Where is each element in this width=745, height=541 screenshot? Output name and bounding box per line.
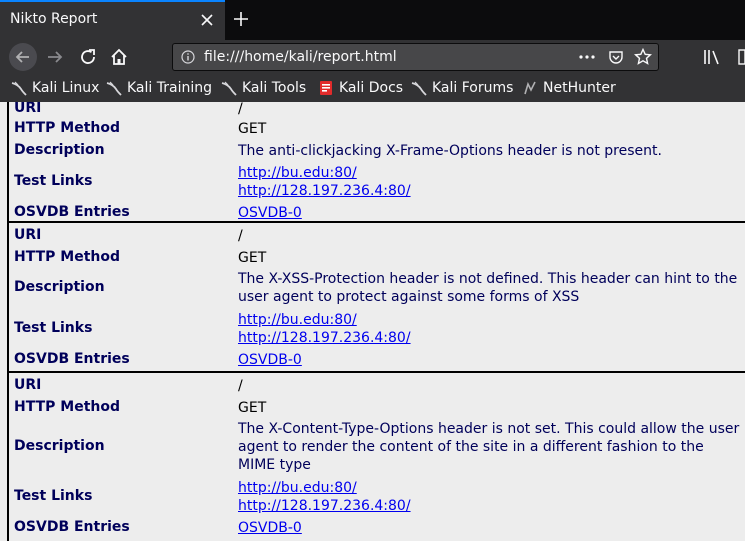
test-link[interactable]: http://bu.edu:80/ (238, 311, 743, 329)
bookmark-nethunter[interactable]: NetHunter (522, 78, 616, 98)
osvdb-label: OSVDB Entries (14, 204, 130, 220)
bookmark-kali-tools[interactable]: Kali Tools (221, 78, 306, 98)
bookmarks-toolbar: Kali Linux Kali Training Kali Tools Kali… (0, 74, 745, 102)
description-label: Description (14, 438, 105, 454)
method-label: HTTP Method (14, 399, 120, 415)
kali-docs-icon (320, 81, 332, 95)
finding-block-xss: URI / HTTP Method GET Description The X-… (7, 221, 745, 371)
uri-value: / (238, 378, 243, 394)
osvdb-value: OSVDB-0 (238, 519, 743, 537)
uri-value: / (238, 102, 243, 117)
method-label: HTTP Method (14, 120, 120, 136)
description-label: Description (14, 279, 105, 295)
library-icon[interactable] (702, 48, 722, 66)
method-value: GET (238, 250, 267, 266)
test-links-value: http://bu.edu:80/ http://128.197.236.4:8… (238, 164, 743, 200)
test-links-value: http://bu.edu:80/ http://128.197.236.4:8… (238, 311, 743, 347)
close-tab-icon[interactable] (199, 12, 215, 28)
nethunter-icon (524, 81, 536, 95)
test-links-label: Test Links (14, 488, 93, 504)
reload-icon[interactable] (76, 45, 100, 69)
uri-label: URI (14, 227, 42, 243)
test-link[interactable]: http://128.197.236.4:80/ (238, 497, 743, 515)
finding-block-clickjacking: URI / HTTP Method GET Description The an… (7, 102, 745, 221)
finding-block-content-type: URI / HTTP Method GET Description The X-… (7, 371, 745, 541)
uri-value: / (238, 228, 243, 244)
bookmark-kali-linux[interactable]: Kali Linux (11, 78, 99, 98)
method-value: GET (238, 121, 267, 137)
tab-nikto-report[interactable]: Nikto Report (0, 0, 225, 40)
sidebars-icon[interactable] (738, 48, 745, 66)
test-links-label: Test Links (14, 173, 93, 189)
osvdb-link[interactable]: OSVDB-0 (238, 351, 743, 369)
test-links-value: http://bu.edu:80/ http://128.197.236.4:8… (238, 479, 743, 515)
kali-dragon-icon (11, 81, 27, 96)
url-bar[interactable]: file:///home/kali/report.html (172, 43, 659, 71)
method-value: GET (238, 400, 267, 416)
new-tab-icon[interactable] (232, 10, 250, 28)
tab-strip: Nikto Report (0, 0, 745, 40)
uri-label: URI (14, 377, 42, 393)
test-link[interactable]: http://bu.edu:80/ (238, 164, 743, 182)
osvdb-label: OSVDB Entries (14, 519, 130, 535)
method-label: HTTP Method (14, 249, 120, 265)
osvdb-label: OSVDB Entries (14, 351, 130, 367)
test-link[interactable]: http://128.197.236.4:80/ (238, 182, 743, 200)
osvdb-link[interactable]: OSVDB-0 (238, 519, 743, 537)
description-value: The X-Content-Type-Options header is not… (238, 421, 740, 473)
back-arrow-icon (15, 51, 29, 63)
description-label: Description (14, 142, 105, 158)
bookmark-star-icon[interactable] (634, 48, 652, 66)
site-info-icon[interactable] (181, 50, 195, 64)
back-button[interactable] (9, 43, 37, 71)
bookmark-kali-docs[interactable]: Kali Docs (318, 78, 403, 98)
osvdb-link[interactable]: OSVDB-0 (238, 204, 743, 222)
osvdb-value: OSVDB-0 (238, 204, 743, 222)
bookmark-kali-training[interactable]: Kali Training (106, 78, 212, 98)
bookmark-kali-forums[interactable]: Kali Forums (411, 78, 513, 98)
forward-arrow-icon[interactable] (43, 45, 67, 69)
description-value: The X-XSS-Protection header is not defin… (238, 271, 738, 305)
kali-dragon-icon (106, 81, 122, 96)
osvdb-value: OSVDB-0 (238, 351, 743, 369)
page-actions-menu-icon[interactable] (578, 50, 596, 64)
tab-title: Nikto Report (10, 11, 98, 27)
url-text[interactable]: file:///home/kali/report.html (204, 49, 397, 65)
description-value: The anti-clickjacking X-Frame-Options he… (238, 143, 662, 159)
kali-dragon-icon (221, 81, 237, 96)
test-links-label: Test Links (14, 320, 93, 336)
report-page: URI / HTTP Method GET Description The an… (0, 102, 745, 541)
test-link[interactable]: http://128.197.236.4:80/ (238, 329, 743, 347)
home-icon[interactable] (107, 45, 131, 69)
test-link[interactable]: http://bu.edu:80/ (238, 479, 743, 497)
pocket-icon[interactable] (608, 49, 624, 65)
navigation-toolbar: file:///home/kali/report.html (0, 40, 745, 74)
kali-dragon-icon (411, 81, 427, 96)
uri-label: URI (14, 102, 42, 116)
